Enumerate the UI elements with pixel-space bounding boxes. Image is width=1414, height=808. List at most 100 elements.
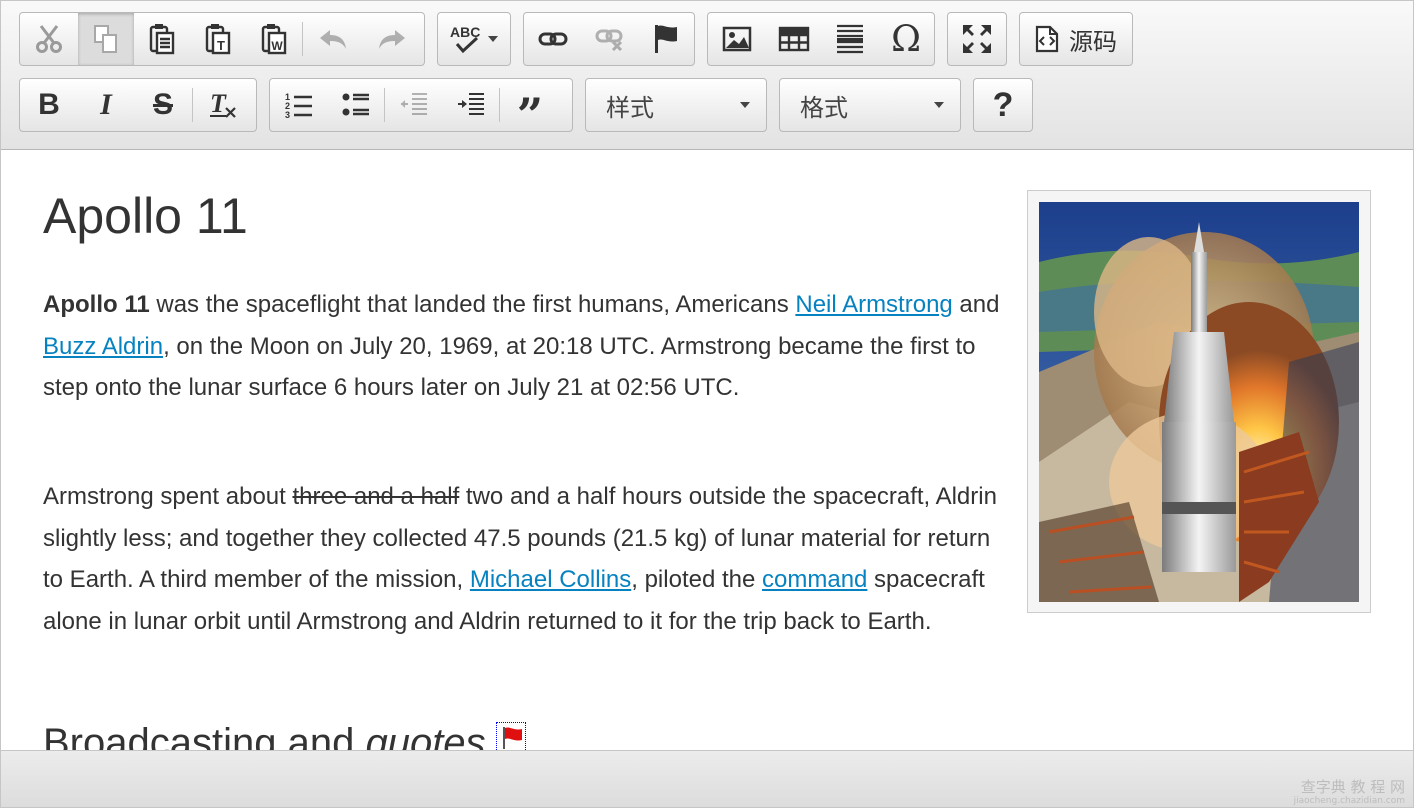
paragraph-text: , on the Moon on July 20, 1969, at 20:18… — [43, 332, 976, 402]
redo-icon — [379, 30, 405, 49]
basicstyles-group: B I S T — [19, 78, 257, 132]
svg-text:W: W — [271, 39, 283, 53]
italic-button[interactable]: I — [78, 79, 134, 131]
document-group: 源码 — [1019, 12, 1133, 66]
anchor-flag-icon — [655, 25, 677, 53]
source-button[interactable]: 源码 — [1020, 13, 1132, 65]
link-command[interactable]: command — [762, 566, 867, 593]
about-group: ? — [973, 78, 1033, 132]
paragraph-text: was the spaceflight that landed the firs… — [149, 291, 796, 318]
paragraph-text: and — [952, 291, 1000, 318]
strikethrough-button[interactable]: S — [134, 79, 192, 131]
indent-icon — [458, 93, 484, 115]
rocket-launch-photo[interactable] — [1039, 202, 1359, 602]
tools-group — [947, 12, 1007, 66]
styles-dropdown-label: 样式 — [606, 94, 654, 122]
help-icon: ? — [992, 85, 1014, 124]
source-code-icon — [1035, 25, 1059, 53]
help-button[interactable]: ? — [974, 79, 1032, 131]
bold-button[interactable]: B — [20, 79, 78, 131]
anchor-flag-icon[interactable] — [495, 722, 526, 750]
spellcheck-button[interactable]: ABC — [438, 13, 510, 65]
chevron-down-icon — [934, 102, 944, 108]
undo-button[interactable] — [303, 13, 363, 65]
numbered-list-button[interactable]: 123 — [270, 79, 328, 131]
outdent-button[interactable] — [385, 79, 443, 131]
chevron-down-icon — [740, 102, 750, 108]
link-neil-armstrong[interactable]: Neil Armstrong — [795, 291, 952, 318]
spellcheck-group: ABC — [437, 12, 511, 66]
table-button[interactable] — [766, 13, 822, 65]
copy-icon — [94, 25, 117, 53]
unlink-button[interactable] — [582, 13, 638, 65]
chevron-down-icon — [488, 36, 498, 42]
bulleted-list-icon — [342, 93, 369, 116]
image-button[interactable] — [708, 13, 766, 65]
details-paragraph: Armstrong spent about three and a half t… — [43, 476, 1003, 642]
section-heading: Broadcasting and quotes — [43, 718, 526, 750]
paragraph-group: 123 ” — [269, 78, 573, 132]
rocket-launch-illustration — [1039, 202, 1359, 602]
bold-text: Apollo 11 — [43, 291, 150, 318]
strikethrough-icon: S — [152, 88, 173, 121]
svg-text:T: T — [210, 90, 227, 118]
outdent-icon — [401, 93, 427, 115]
styles-dropdown[interactable]: 样式 — [585, 78, 767, 132]
svg-text:3: 3 — [285, 110, 290, 119]
links-group — [523, 12, 695, 66]
format-dropdown-label: 格式 — [800, 94, 848, 122]
editor-content-area[interactable]: Apollo 11 Apollo 11 was the spaceflight … — [1, 150, 1413, 750]
svg-text:T: T — [217, 38, 225, 53]
site-watermark: 查字典 教 程 网 jiaocheng.chazidian.com — [1293, 778, 1405, 807]
remove-format-icon: T — [210, 90, 236, 118]
paste-icon — [149, 24, 175, 55]
copy-button[interactable] — [78, 13, 134, 65]
indent-button[interactable] — [443, 79, 499, 131]
editor-toolbar: T W ABC Ω 源码 B I S T 1 2 3 ” 样式 格式 ? — [1, 1, 1413, 150]
paragraph-text: Armstrong spent about — [43, 483, 293, 510]
source-button-label: 源码 — [1069, 28, 1117, 56]
anchor-button[interactable] — [638, 13, 694, 65]
blockquote-button[interactable]: ” — [500, 79, 560, 131]
watermark-url: jiaocheng.chazidian.com — [1293, 796, 1405, 806]
table-icon — [778, 26, 810, 52]
cut-button[interactable] — [20, 13, 78, 65]
paste-button[interactable] — [134, 13, 190, 65]
heading-text: Broadcasting and — [43, 721, 366, 750]
paste-word-button[interactable]: W — [246, 13, 302, 65]
cut-icon — [36, 25, 62, 53]
bulleted-list-button[interactable] — [328, 79, 384, 131]
maximize-button[interactable] — [948, 13, 1006, 65]
maximize-icon — [963, 25, 991, 53]
editor-statusbar: 查字典 教 程 网 jiaocheng.chazidian.com — [1, 750, 1413, 807]
special-char-button[interactable]: Ω — [878, 13, 934, 65]
link-icon — [538, 32, 568, 46]
watermark-title: 查字典 教 程 网 — [1300, 778, 1405, 796]
remove-format-button[interactable]: T — [193, 79, 253, 131]
paste-text-button[interactable]: T — [190, 13, 246, 65]
format-dropdown[interactable]: 格式 — [779, 78, 961, 132]
paste-word-icon: W — [261, 24, 287, 55]
strikethrough-text: three and a half — [292, 483, 460, 510]
horizontal-line-button[interactable] — [822, 13, 878, 65]
clipboard-group: T W — [19, 12, 425, 66]
link-michael-collins[interactable]: Michael Collins — [470, 566, 631, 593]
italic-icon: I — [100, 88, 112, 121]
numbered-list-icon: 123 — [285, 92, 312, 119]
paragraph-text: , piloted the — [631, 566, 763, 593]
spellcheck-icon: ABC — [450, 24, 480, 54]
intro-paragraph: Apollo 11 was the spaceflight that lande… — [43, 284, 1003, 409]
special-char-icon: Ω — [891, 18, 921, 60]
link-buzz-aldrin[interactable]: Buzz Aldrin — [43, 333, 163, 360]
unlink-icon — [595, 29, 623, 51]
horizontal-rule-icon — [837, 24, 863, 54]
heading-italic-text: quotes — [365, 721, 486, 750]
paste-text-icon: T — [205, 24, 231, 55]
link-button[interactable] — [524, 13, 582, 65]
rich-text-editor: T W ABC Ω 源码 B I S T 1 2 3 ” 样式 格式 ? Apo… — [0, 0, 1414, 808]
bold-icon: B — [38, 88, 60, 121]
redo-button[interactable] — [363, 13, 421, 65]
insert-group: Ω — [707, 12, 935, 66]
image-figure[interactable] — [1027, 190, 1371, 613]
document-title: Apollo 11 — [43, 188, 248, 244]
